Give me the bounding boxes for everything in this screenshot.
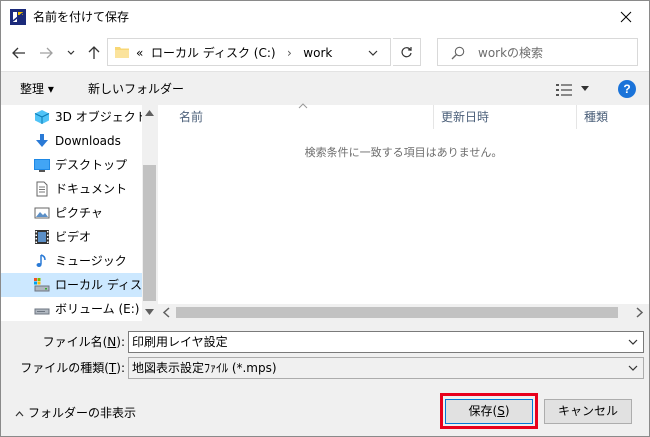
sidebar-item-label: ピクチャ — [55, 206, 103, 220]
refresh-button[interactable] — [393, 38, 421, 66]
scroll-right-icon[interactable] — [634, 307, 644, 318]
breadcrumb: « ローカル ディスク (C:) › work — [136, 45, 332, 61]
breadcrumb-drive[interactable]: ローカル ディスク (C:) — [151, 46, 276, 60]
filename-label-text: ファイル名 — [42, 335, 103, 349]
column-header-name[interactable]: 名前 — [179, 105, 203, 129]
filename-value[interactable]: 印刷用レイヤ設定 — [132, 334, 228, 350]
desktop-icon — [34, 159, 50, 172]
breadcrumb-folder[interactable]: work — [303, 46, 332, 60]
horizontal-scroll-thumb[interactable] — [176, 307, 618, 318]
breadcrumb-overflow[interactable]: « — [136, 46, 143, 60]
breadcrumb-separator[interactable]: › — [287, 46, 292, 60]
navigation-pane: 3D オブジェクト Downloads デスクトップ ドキュメント ピクチャ ビ… — [1, 105, 157, 321]
view-dropdown-icon[interactable] — [581, 86, 589, 92]
drive-icon — [34, 278, 50, 292]
new-folder-button[interactable]: 新しいフォルダー — [88, 81, 184, 97]
sidebar-item-documents[interactable]: ドキュメント — [1, 177, 143, 201]
hide-folders-toggle[interactable]: フォルダーの非表示 — [15, 405, 136, 421]
forward-arrow-icon — [40, 47, 53, 59]
downloads-icon — [36, 134, 48, 147]
music-icon — [36, 254, 46, 267]
sidebar-item-label: ビデオ — [55, 230, 92, 244]
address-row: « ローカル ディスク (C:) › work workの検索 — [1, 33, 649, 71]
save-label: 保存 — [468, 404, 493, 418]
sidebar-item-downloads[interactable]: Downloads — [1, 129, 143, 153]
3d-objects-icon — [34, 110, 50, 124]
forward-button[interactable] — [37, 44, 55, 62]
chevron-up-icon — [15, 410, 24, 416]
up-arrow-icon — [88, 46, 100, 59]
column-divider[interactable] — [433, 105, 434, 129]
save-hotkey: S — [497, 404, 505, 418]
search-icon — [451, 46, 465, 60]
sidebar-item-label: 3D オブジェクト — [55, 110, 148, 124]
title-bar: 名前を付けて保存 — [1, 1, 649, 33]
scroll-down-icon[interactable] — [145, 309, 154, 315]
sidebar-item-label: ドキュメント — [55, 182, 128, 196]
command-bar: 整理 ▾ 新しいフォルダー ? — [1, 71, 649, 105]
sidebar-item-music[interactable]: ミュージック — [1, 249, 143, 273]
address-dropdown-icon[interactable] — [366, 47, 380, 59]
chevron-down-icon — [67, 50, 75, 55]
save-button[interactable]: 保存(S) — [445, 399, 533, 424]
sidebar-item-pictures[interactable]: ピクチャ — [1, 201, 143, 225]
sidebar-item-label: ミュージック — [55, 254, 127, 268]
videos-icon — [35, 230, 49, 244]
sidebar-item-label: デスクトップ — [55, 158, 128, 172]
back-button[interactable] — [10, 44, 28, 62]
volume-icon — [34, 308, 50, 315]
filetype-label: ファイルの種類(T): — [20, 361, 125, 375]
file-list: 名前 更新日時 種類 検索条件に一致する項目はありません。 — [158, 103, 649, 321]
empty-message: 検索条件に一致する項目はありません。 — [304, 146, 503, 159]
sidebar-scroll-thumb[interactable] — [143, 165, 156, 301]
folder-icon — [115, 47, 129, 58]
sidebar-item-videos[interactable]: ビデオ — [1, 225, 143, 249]
column-divider[interactable] — [576, 105, 577, 129]
back-arrow-icon — [12, 47, 25, 59]
sidebar-item-label: Downloads — [55, 134, 121, 148]
filename-hotkey: N — [107, 335, 117, 349]
cancel-button[interactable]: キャンセル — [544, 399, 632, 424]
filename-field[interactable]: 印刷用レイヤ設定 — [128, 331, 644, 353]
filename-history-dropdown-icon[interactable] — [628, 339, 638, 346]
close-button[interactable] — [603, 1, 649, 33]
hide-folders-label: フォルダーの非表示 — [28, 406, 137, 420]
organize-menu[interactable]: 整理 ▾ — [20, 81, 54, 97]
filetype-select[interactable]: 地図表示設定ﾌｧｲﾙ (*.mps) — [128, 357, 644, 379]
save-as-dialog: 名前を付けて保存 « ローカル ディスク (C:) › work workの検索… — [0, 0, 650, 437]
file-list-horizontal-scrollbar[interactable] — [158, 304, 649, 321]
help-icon[interactable]: ? — [618, 80, 636, 98]
search-input[interactable]: workの検索 — [437, 38, 638, 66]
sidebar-item-3d-objects[interactable]: 3D オブジェクト — [1, 105, 148, 129]
sidebar-item-desktop[interactable]: デスクトップ — [1, 153, 143, 177]
address-bar[interactable]: « ローカル ディスク (C:) › work — [107, 38, 391, 66]
app-icon — [10, 9, 26, 25]
view-options-icon[interactable] — [556, 83, 572, 97]
close-icon — [620, 11, 632, 23]
column-header-type[interactable]: 種類 — [584, 105, 608, 129]
filetype-label-text: ファイルの種類 — [20, 361, 105, 375]
column-header-modified[interactable]: 更新日時 — [441, 105, 489, 129]
sidebar-item-local-disk[interactable]: ローカル ディスク (C — [1, 273, 157, 297]
sidebar-item-volume-e[interactable]: ボリューム (E:) — [1, 297, 143, 321]
refresh-icon — [401, 46, 412, 57]
filename-label: ファイル名(N): — [42, 335, 125, 349]
pictures-icon — [34, 207, 50, 219]
window-title: 名前を付けて保存 — [33, 10, 130, 24]
recent-locations-button[interactable] — [65, 44, 77, 62]
documents-icon — [36, 181, 48, 197]
sidebar-item-label: ボリューム (E:) — [55, 302, 140, 316]
up-button[interactable] — [85, 44, 103, 62]
filetype-value: 地図表示設定ﾌｧｲﾙ (*.mps) — [132, 361, 277, 375]
filetype-hotkey: T — [108, 361, 117, 375]
scroll-left-icon[interactable] — [162, 307, 172, 318]
search-placeholder: workの検索 — [478, 46, 544, 60]
scroll-up-icon[interactable] — [145, 110, 154, 116]
filetype-dropdown-icon[interactable] — [628, 365, 638, 372]
sort-ascending-icon — [298, 103, 308, 109]
